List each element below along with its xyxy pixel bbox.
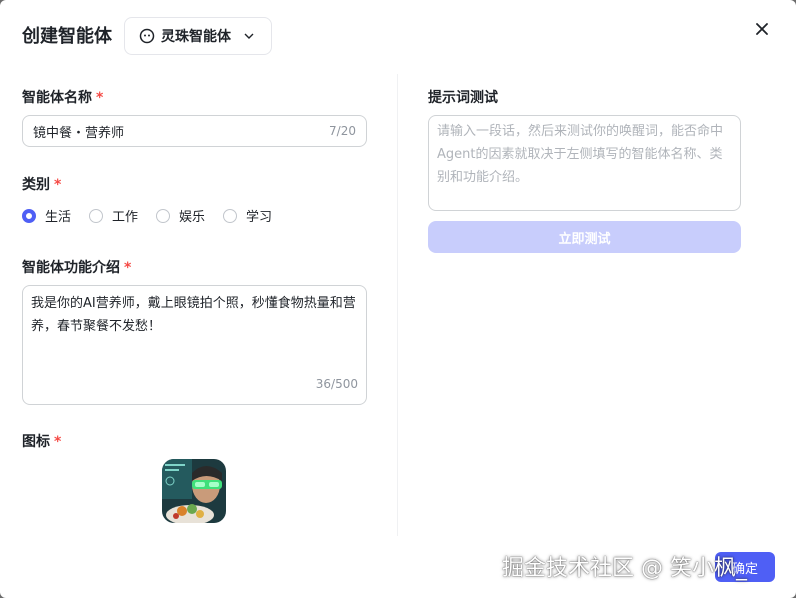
column-divider [397, 74, 398, 536]
required-mark: * [54, 434, 62, 450]
name-label-text: 智能体名称 [22, 90, 92, 106]
icon-label-text: 图标 [22, 434, 50, 450]
description-label: 智能体功能介绍 * [22, 257, 131, 277]
close-icon[interactable] [752, 19, 772, 39]
agent-name-counter: 7/20 [329, 124, 356, 138]
category-label-text: 类别 [22, 177, 50, 193]
model-select[interactable]: 灵珠智能体 [124, 17, 272, 55]
robot-icon [139, 28, 155, 44]
description-label-text: 智能体功能介绍 [22, 260, 120, 276]
category-radio-work[interactable]: 工作 [89, 206, 138, 225]
name-label: 智能体名称 * [22, 87, 103, 107]
chevron-down-icon [244, 33, 254, 39]
category-radio-group: 生活 工作 娱乐 学习 [22, 206, 290, 225]
category-radio-label: 娱乐 [179, 210, 206, 225]
agent-avatar-image[interactable] [162, 459, 226, 523]
category-radio-label: 学习 [246, 210, 273, 225]
radio-dot [223, 208, 238, 223]
create-agent-dialog: 创建智能体 灵珠智能体 智能体名称* 镜中餐・营养师 7/20 类别* 生活 [0, 0, 796, 598]
radio-dot [89, 208, 104, 223]
prompt-test-label: 提示词测试 [428, 90, 498, 106]
icon-label: 图标 * [22, 431, 61, 451]
required-mark: * [54, 177, 62, 193]
radio-dot [22, 208, 36, 223]
avatar-illustration [162, 459, 226, 523]
agent-description-textarea[interactable]: 我是你的AI营养师，戴上眼镜拍个照，秒懂食物热量和营养，春节聚餐不发愁！ 36/… [22, 285, 367, 405]
agent-name-value: 镜中餐・营养师 [33, 125, 125, 141]
category-radio-label: 工作 [112, 210, 139, 225]
prompt-test-placeholder: 请输入一段话，然后来测试你的唤醒词，能否命中Agent的因素就取决于左侧填写的智… [437, 124, 724, 185]
radio-dot [156, 208, 171, 223]
agent-name-input[interactable]: 镜中餐・营养师 7/20 [22, 115, 367, 147]
test-now-button[interactable]: 立即测试 [428, 221, 741, 253]
required-mark: * [96, 90, 104, 106]
category-radio-life[interactable]: 生活 [22, 206, 71, 225]
category-radio-study[interactable]: 学习 [223, 206, 272, 225]
category-radio-label: 生活 [45, 210, 72, 225]
agent-description-value: 我是你的AI营养师，戴上眼镜拍个照，秒懂食物热量和营养，春节聚餐不发愁！ [31, 296, 356, 334]
model-select-label: 灵珠智能体 [161, 29, 231, 45]
required-mark: * [124, 260, 132, 276]
watermark: 掘金技术社区 @ 笑小枫_ [502, 556, 747, 581]
category-radio-entertainment[interactable]: 娱乐 [156, 206, 205, 225]
dialog-title: 创建智能体 [22, 26, 112, 47]
category-label: 类别 * [22, 174, 61, 194]
agent-description-counter: 36/500 [315, 377, 358, 391]
prompt-test-textarea[interactable]: 请输入一段话，然后来测试你的唤醒词，能否命中Agent的因素就取决于左侧填写的智… [428, 115, 741, 211]
